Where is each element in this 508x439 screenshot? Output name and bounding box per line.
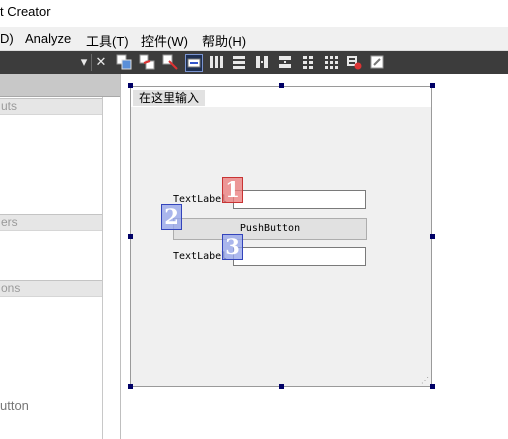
resize-handle-bottom-right[interactable]	[430, 384, 435, 389]
title-bar: t Creator	[0, 0, 508, 27]
toolbar-separator	[91, 54, 92, 71]
resize-handle-bottom[interactable]	[279, 384, 284, 389]
layout-horizontal-splitter-icon[interactable]	[254, 54, 270, 70]
menu-type-here-placeholder[interactable]: 在这里输入	[133, 90, 206, 106]
edit-tab-order-icon[interactable]	[185, 54, 203, 72]
size-grip-icon[interactable]: ⋰	[421, 376, 430, 385]
close-icon[interactable]: ✕	[93, 54, 109, 70]
edit-buddies-icon[interactable]	[162, 54, 178, 70]
widget-box-filter-bar[interactable]	[0, 74, 120, 97]
menu-bar: D) Analyze 工具(T) 控件(W) 帮助(H)	[0, 27, 508, 51]
tab-order-badge-1[interactable]: 1	[222, 177, 243, 203]
layout-vertical-icon[interactable]	[231, 54, 247, 70]
menu-help[interactable]: 帮助(H)	[202, 31, 246, 50]
resize-handle-top[interactable]	[279, 83, 284, 88]
layout-grid-icon[interactable]	[323, 54, 339, 70]
line-edit-1[interactable]	[233, 190, 366, 209]
layout-horizontal-icon[interactable]	[208, 54, 224, 70]
category-buttons[interactable]: ons	[0, 280, 102, 297]
category-layouts[interactable]: uts	[0, 98, 102, 115]
break-layout-icon[interactable]	[346, 54, 362, 70]
resize-handle-right[interactable]	[430, 234, 435, 239]
layout-vertical-splitter-icon[interactable]	[277, 54, 293, 70]
widget-box-panel: uts ers ons utton	[0, 74, 121, 439]
edit-signals-slots-icon[interactable]	[139, 54, 155, 70]
menu-tools[interactable]: 工具(T)	[86, 31, 129, 50]
menu-debug[interactable]: D)	[0, 31, 14, 46]
dropdown-arrow-icon[interactable]: ▾	[76, 54, 92, 70]
menu-widgets[interactable]: 控件(W)	[141, 31, 188, 50]
resize-handle-bottom-left[interactable]	[128, 384, 133, 389]
line-edit-2[interactable]	[233, 247, 366, 266]
menu-analyze[interactable]: Analyze	[25, 31, 71, 46]
window-title: t Creator	[0, 4, 51, 19]
text-label-2[interactable]: TextLabel	[173, 251, 227, 262]
layout-form-icon[interactable]	[300, 54, 316, 70]
widget-box-scrollbar[interactable]	[102, 97, 103, 439]
designer-toolbar: ▾ ✕	[0, 51, 508, 74]
form-menu-bar: 在这里输入	[131, 87, 431, 107]
edit-widgets-icon[interactable]	[116, 54, 132, 70]
widget-box-item[interactable]: utton	[0, 398, 29, 413]
resize-handle-left[interactable]	[128, 234, 133, 239]
push-button[interactable]: PushButton	[173, 218, 367, 240]
resize-handle-top-left[interactable]	[128, 83, 133, 88]
adjust-size-icon[interactable]	[369, 54, 385, 70]
tab-order-badge-2[interactable]: 2	[161, 204, 182, 230]
resize-handle-top-right[interactable]	[430, 83, 435, 88]
category-spacers[interactable]: ers	[0, 214, 102, 231]
tab-order-badge-3[interactable]: 3	[222, 234, 243, 260]
